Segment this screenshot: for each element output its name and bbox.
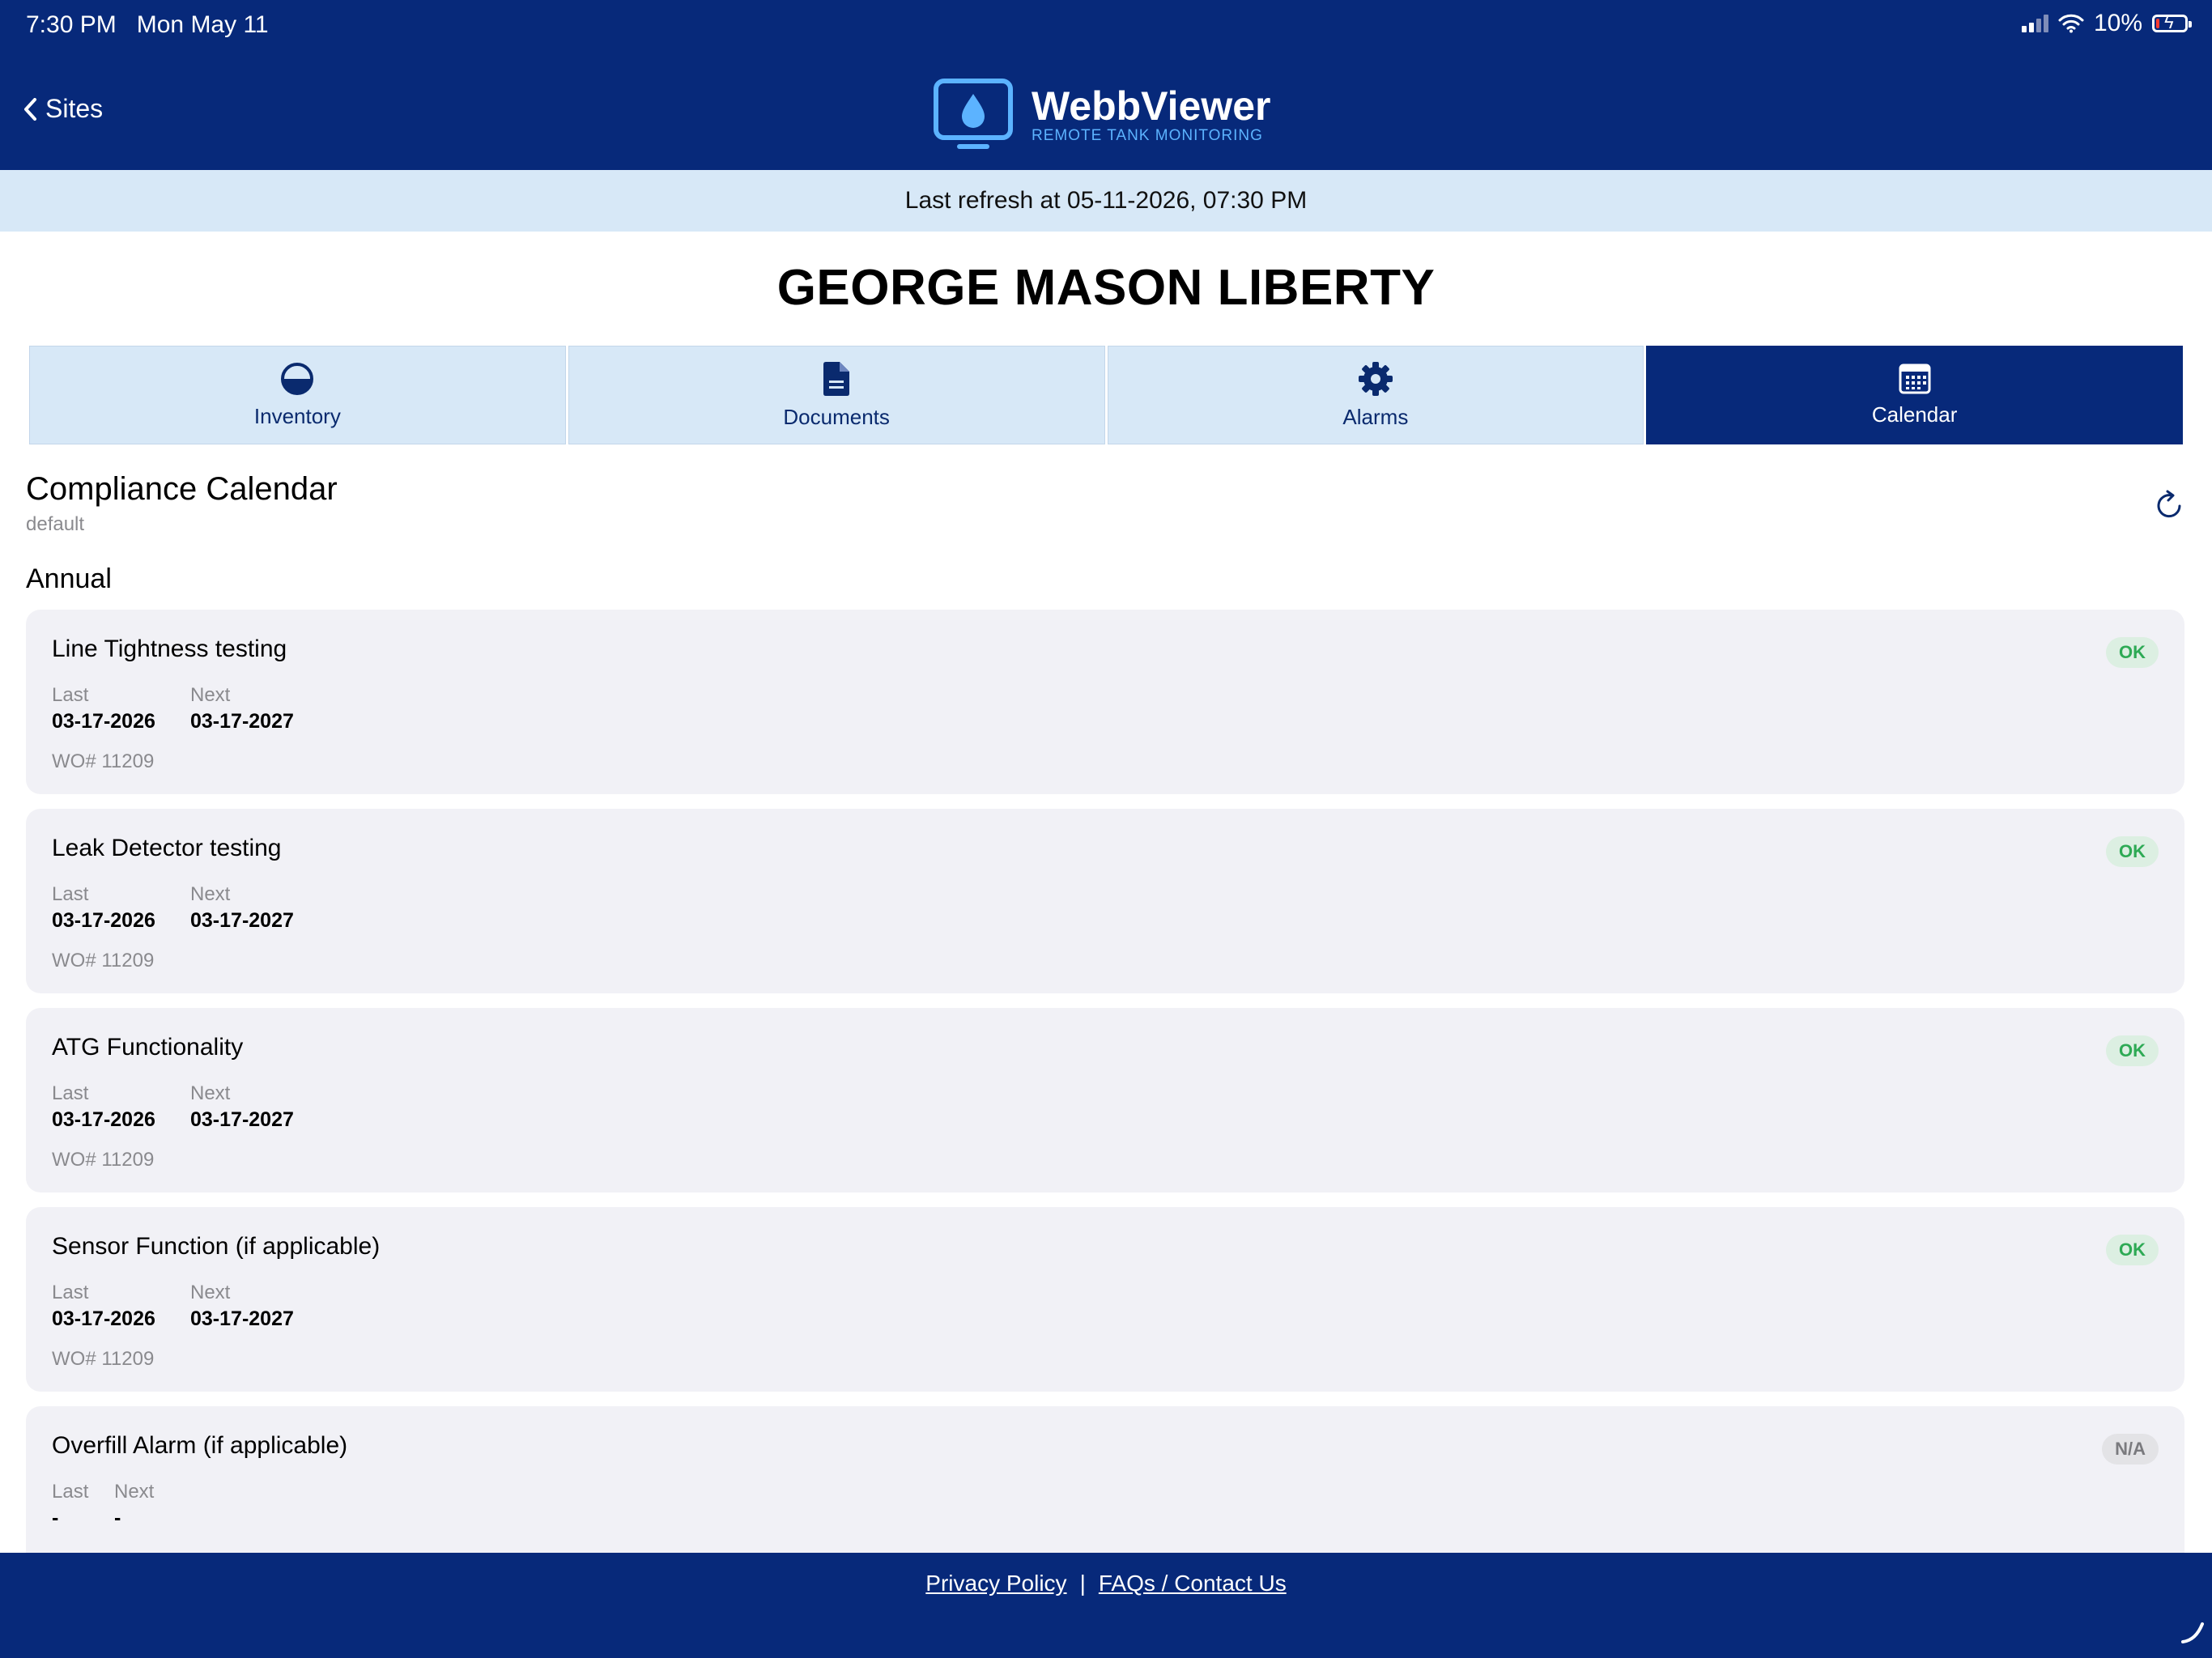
- status-badge: N/A: [2102, 1434, 2159, 1465]
- battery-icon: ϟ: [2152, 14, 2192, 32]
- tab-label: Calendar: [1871, 402, 1958, 427]
- item-title: Sensor Function (if applicable): [52, 1233, 381, 1260]
- work-order: WO# 11209: [52, 1348, 155, 1370]
- last-date: 03-17-2026: [52, 710, 155, 733]
- app-logo: WebbViewer REMOTE TANK MONITORING: [933, 78, 1270, 152]
- last-field: Last 03-17-2026: [52, 684, 155, 733]
- footer-links: Privacy Policy | FAQs / Contact Us: [0, 1571, 2212, 1596]
- refresh-icon[interactable]: [2154, 489, 2186, 521]
- last-label: Last: [52, 1481, 89, 1503]
- section-subtitle: default: [26, 513, 85, 535]
- group-title: Annual: [26, 563, 112, 594]
- compliance-item-card[interactable]: Leak Detector testing OK Last 03-17-2026…: [26, 809, 2184, 993]
- document-icon: [823, 361, 850, 396]
- item-title: Leak Detector testing: [52, 835, 282, 861]
- next-field: Next -: [114, 1481, 154, 1530]
- item-title: Line Tightness testing: [52, 636, 287, 662]
- logo-title: WebbViewer: [1032, 83, 1271, 129]
- last-label: Last: [52, 883, 89, 905]
- status-badge: OK: [2106, 637, 2159, 668]
- last-label: Last: [52, 684, 89, 706]
- chevron-left-icon: [24, 97, 36, 121]
- last-date: 03-17-2026: [52, 1108, 155, 1131]
- last-field: Last 03-17-2026: [52, 1082, 155, 1132]
- tab-documents[interactable]: Documents: [568, 346, 1105, 444]
- next-field: Next 03-17-2027: [190, 684, 294, 733]
- back-label: Sites: [45, 94, 104, 123]
- tab-label: Alarms: [1342, 404, 1409, 429]
- compliance-item-card[interactable]: Line Tightness testing OK Last 03-17-202…: [26, 610, 2184, 794]
- tab-label: Inventory: [253, 403, 341, 428]
- logo-subtitle: REMOTE TANK MONITORING: [1032, 127, 1263, 144]
- work-order: WO# 11209: [52, 1149, 155, 1171]
- next-label: Next: [114, 1481, 155, 1503]
- corner-curve-icon: [2181, 1622, 2204, 1643]
- last-label: Last: [52, 1282, 89, 1303]
- section-title: Compliance Calendar: [26, 471, 338, 507]
- work-order: WO# 11209: [52, 950, 155, 971]
- compliance-item-card[interactable]: Sensor Function (if applicable) OK Last …: [26, 1207, 2184, 1392]
- compliance-item-card[interactable]: ATG Functionality OK Last 03-17-2026 Nex…: [26, 1008, 2184, 1192]
- last-refresh-bar: Last refresh at 05-11-2026, 07:30 PM: [0, 170, 2212, 232]
- app-footer: [0, 1553, 2212, 1658]
- back-button[interactable]: Sites: [23, 94, 103, 124]
- next-date: 03-17-2027: [190, 1307, 294, 1330]
- battery-percent: 10%: [2093, 10, 2142, 36]
- footer-separator: |: [1079, 1571, 1086, 1596]
- last-field: Last 03-17-2026: [52, 883, 155, 933]
- tab-calendar[interactable]: Calendar: [1646, 346, 2183, 444]
- last-date: -: [52, 1507, 59, 1529]
- status-badge: OK: [2106, 1035, 2159, 1066]
- status-bar-indicators: 10% ϟ: [2021, 10, 2192, 37]
- item-title: ATG Functionality: [52, 1034, 244, 1061]
- item-title: Overfill Alarm (if applicable): [52, 1432, 348, 1459]
- gear-icon: [1358, 361, 1393, 396]
- faq-contact-link[interactable]: FAQs / Contact Us: [1099, 1571, 1287, 1596]
- last-label: Last: [52, 1082, 89, 1104]
- next-field: Next 03-17-2027: [190, 1082, 294, 1132]
- status-badge: OK: [2106, 836, 2159, 867]
- next-date: 03-17-2027: [190, 710, 294, 733]
- next-label: Next: [190, 1082, 231, 1104]
- last-field: Last 03-17-2026: [52, 1282, 155, 1331]
- next-label: Next: [190, 883, 231, 905]
- next-field: Next 03-17-2027: [190, 883, 294, 933]
- next-date: 03-17-2027: [190, 1108, 294, 1131]
- calendar-icon: [1899, 363, 1931, 393]
- tab-alarms[interactable]: Alarms: [1107, 346, 1644, 444]
- last-date: 03-17-2026: [52, 1307, 155, 1330]
- wifi-icon: [2058, 14, 2084, 33]
- next-label: Next: [190, 1282, 231, 1303]
- compliance-item-card[interactable]: Overfill Alarm (if applicable) N/A Last …: [26, 1406, 2184, 1568]
- next-field: Next 03-17-2027: [190, 1282, 294, 1331]
- last-date: 03-17-2026: [52, 909, 155, 932]
- last-field: Last -: [52, 1481, 88, 1530]
- work-order: WO# 11209: [52, 750, 155, 772]
- signal-icon: [2021, 15, 2048, 32]
- next-label: Next: [190, 684, 231, 706]
- half-circle-icon: [281, 362, 314, 395]
- tab-label: Documents: [783, 404, 890, 429]
- status-time: 7:30 PM: [26, 11, 117, 38]
- monitor-drop-icon: [934, 79, 1013, 149]
- status-date: Mon May 11: [136, 11, 269, 38]
- last-refresh-text: Last refresh at 05-11-2026, 07:30 PM: [904, 187, 1308, 214]
- status-bar-time: 7:30 PM Mon May 11: [26, 11, 269, 39]
- site-title: GEORGE MASON LIBERTY: [776, 260, 1436, 316]
- status-badge: OK: [2106, 1235, 2159, 1265]
- privacy-policy-link[interactable]: Privacy Policy: [925, 1571, 1066, 1596]
- tab-inventory[interactable]: Inventory: [29, 346, 566, 444]
- next-date: 03-17-2027: [190, 909, 294, 932]
- tab-bar: Inventory Documents Alarms Calendar: [29, 346, 2183, 444]
- next-date: -: [114, 1507, 121, 1529]
